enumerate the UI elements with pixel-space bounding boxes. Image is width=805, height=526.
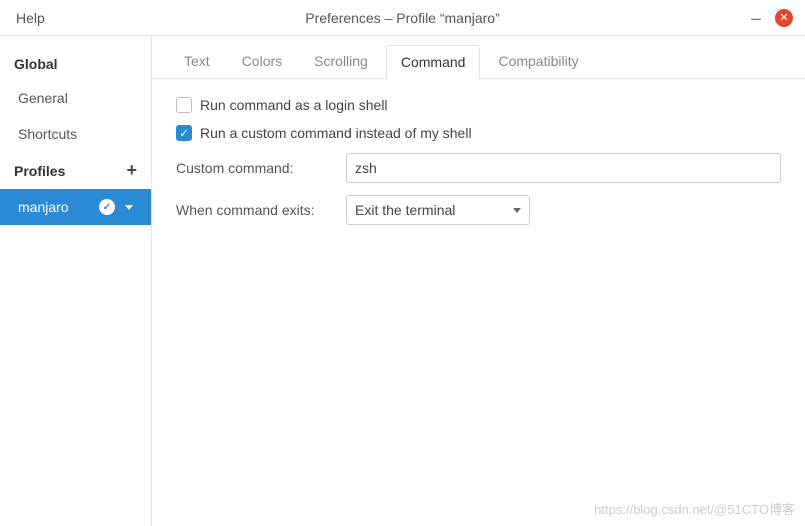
when-exits-row: When command exits: Exit the terminal	[176, 195, 781, 225]
custom-command-checkbox-label: Run a custom command instead of my shell	[200, 125, 472, 141]
tab-colors[interactable]: Colors	[228, 45, 296, 79]
sidebar-section-profiles: Profiles +	[0, 152, 151, 189]
login-shell-label: Run command as a login shell	[200, 97, 388, 113]
when-exits-value: Exit the terminal	[355, 202, 455, 218]
titlebar: Help Preferences – Profile “manjaro” – ✕	[0, 0, 805, 36]
sidebar-global-label: Global	[14, 56, 58, 72]
tab-text[interactable]: Text	[170, 45, 224, 79]
sidebar: Global General Shortcuts Profiles + manj…	[0, 36, 152, 526]
login-shell-row: Run command as a login shell	[176, 97, 781, 113]
sidebar-profiles-label: Profiles	[14, 163, 65, 179]
window-controls: – ✕	[751, 9, 805, 27]
sidebar-section-global: Global	[0, 48, 151, 80]
close-icon[interactable]: ✕	[775, 9, 793, 27]
sidebar-item-label: manjaro	[18, 199, 69, 215]
tab-scrolling[interactable]: Scrolling	[300, 45, 382, 79]
menu-help[interactable]: Help	[0, 10, 61, 26]
sidebar-item-general[interactable]: General	[0, 80, 151, 116]
add-profile-icon[interactable]: +	[126, 160, 137, 181]
custom-command-label: Custom command:	[176, 160, 346, 176]
when-exits-label: When command exits:	[176, 202, 346, 218]
custom-command-checkbox[interactable]: ✓	[176, 125, 192, 141]
sidebar-item-profile-manjaro[interactable]: manjaro ✓	[0, 189, 151, 225]
checkmark-icon: ✓	[99, 199, 115, 215]
custom-command-checkbox-row: ✓ Run a custom command instead of my she…	[176, 125, 781, 141]
when-exits-select[interactable]: Exit the terminal	[346, 195, 530, 225]
custom-command-row: Custom command:	[176, 153, 781, 183]
sidebar-item-label: Shortcuts	[18, 126, 77, 142]
body: Global General Shortcuts Profiles + manj…	[0, 36, 805, 526]
sidebar-item-label: General	[18, 90, 68, 106]
minimize-icon[interactable]: –	[751, 9, 761, 27]
main: Text Colors Scrolling Command Compatibil…	[152, 36, 805, 526]
command-panel: Run command as a login shell ✓ Run a cus…	[152, 79, 805, 255]
login-shell-checkbox[interactable]	[176, 97, 192, 113]
sidebar-item-shortcuts[interactable]: Shortcuts	[0, 116, 151, 152]
tab-compatibility[interactable]: Compatibility	[484, 45, 592, 79]
chevron-down-icon	[513, 208, 521, 213]
custom-command-input[interactable]	[346, 153, 781, 183]
tabs: Text Colors Scrolling Command Compatibil…	[152, 44, 805, 79]
window-title: Preferences – Profile “manjaro”	[0, 10, 805, 26]
chevron-down-icon[interactable]	[125, 205, 133, 210]
tab-command[interactable]: Command	[386, 45, 481, 79]
